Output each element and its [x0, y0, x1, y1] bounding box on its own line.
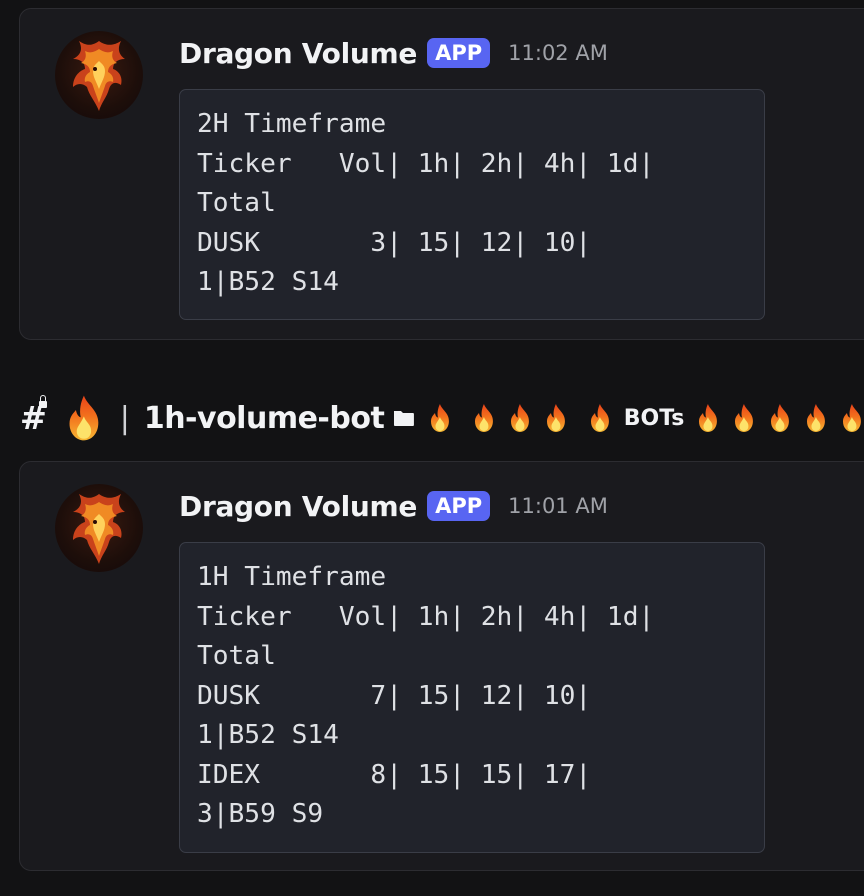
message-card[interactable]: Dragon Volume APP 11:02 AM 2H Timeframe …: [19, 8, 864, 340]
channel-link[interactable]: # | 1h-volume-bot BOTs: [20, 392, 864, 444]
fire-emoji-icon: [696, 403, 720, 433]
fire-emoji-icon: [508, 403, 532, 433]
fire-emoji-icon: [768, 403, 792, 433]
code-block: 1H Timeframe Ticker Vol| 1h| 2h| 4h| 1d|…: [179, 542, 765, 853]
fire-emoji-icon: [472, 403, 496, 433]
app-badge: APP: [427, 38, 491, 68]
message-card[interactable]: Dragon Volume APP 11:01 AM 1H Timeframe …: [19, 461, 864, 871]
fire-emoji-icon: [62, 394, 106, 442]
fire-emoji-icon: [804, 403, 828, 433]
lock-icon: [39, 395, 47, 408]
timestamp[interactable]: 11:02 AM: [508, 41, 608, 65]
avatar[interactable]: [55, 31, 143, 119]
timestamp[interactable]: 11:01 AM: [508, 494, 608, 518]
bots-label: BOTs: [623, 405, 685, 431]
fire-emoji-icon: [588, 403, 612, 433]
separator: |: [119, 400, 130, 436]
folder-icon: [394, 411, 415, 426]
fire-emoji-icon: [732, 403, 756, 433]
message-header: Dragon Volume APP 11:01 AM: [179, 486, 608, 526]
username[interactable]: Dragon Volume: [179, 37, 417, 70]
username[interactable]: Dragon Volume: [179, 490, 417, 523]
message-header: Dragon Volume APP 11:02 AM: [179, 33, 608, 73]
channel-name[interactable]: 1h-volume-bot: [144, 401, 385, 436]
app-badge: APP: [427, 491, 491, 521]
fire-emoji-icon: [544, 403, 568, 433]
dragon-logo-icon: [55, 31, 143, 119]
avatar[interactable]: [55, 484, 143, 572]
fire-emoji-icon: [428, 403, 452, 433]
dragon-logo-icon: [55, 484, 143, 572]
chat-view: Dragon Volume APP 11:02 AM 2H Timeframe …: [0, 0, 864, 896]
locked-channel-hash-icon: #: [20, 395, 47, 437]
code-block: 2H Timeframe Ticker Vol| 1h| 2h| 4h| 1d|…: [179, 89, 765, 320]
fire-emoji-icon: [840, 403, 864, 433]
